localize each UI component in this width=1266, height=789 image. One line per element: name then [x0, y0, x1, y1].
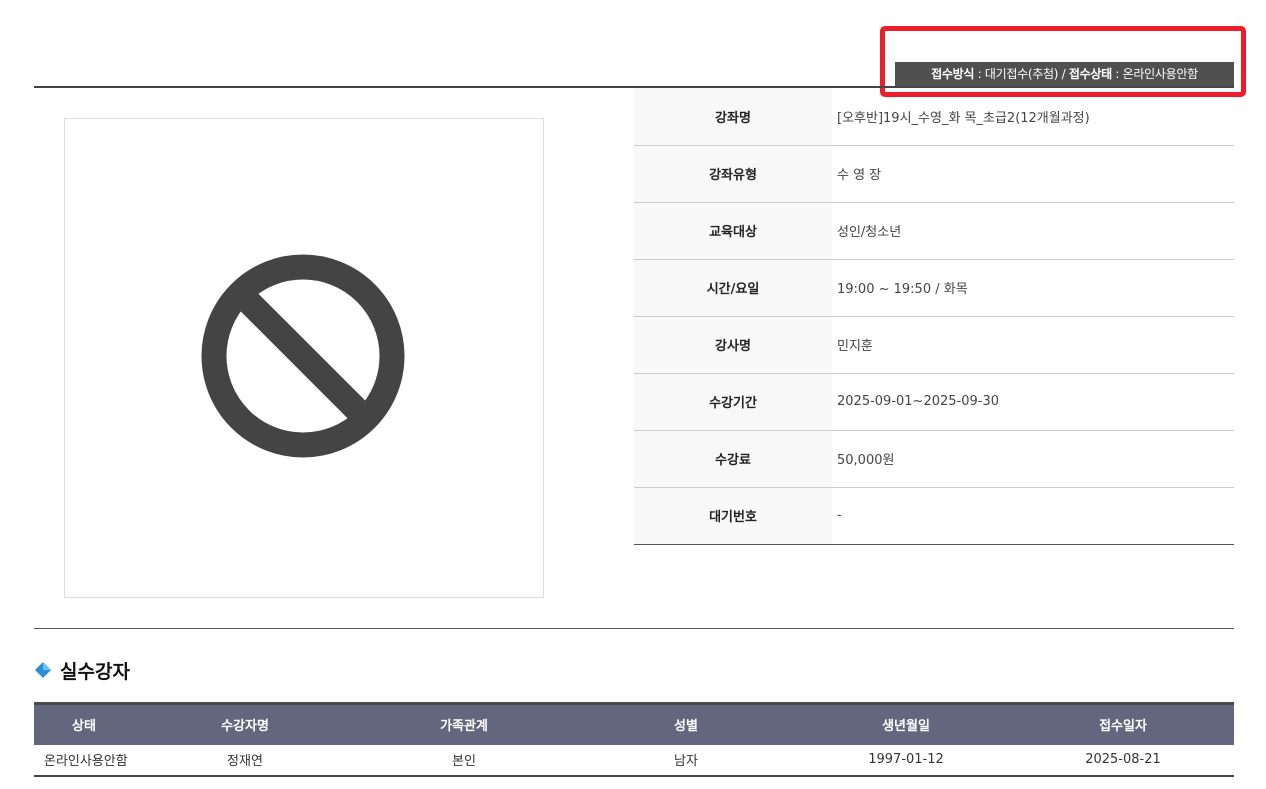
table-row: 온라인사용안함 정재연 본인 남자 1997-01-12 2025-08-21: [34, 744, 1234, 777]
method-value: 대기접수(추첨): [984, 67, 1059, 81]
section-title: 실수강자: [60, 660, 130, 683]
info-row: 강사명 민지훈: [634, 316, 1234, 374]
state-value: 온라인사용안함: [1122, 67, 1198, 81]
info-label: 강사명: [634, 316, 832, 374]
column-header: 성별: [674, 719, 698, 735]
section-heading: 실수강자: [34, 656, 130, 684]
status-cell: 온라인사용안함: [34, 744, 134, 777]
info-row: 교육대상 성인/청소년: [634, 202, 1234, 260]
state-label: 접수상태: [1068, 67, 1112, 81]
gender-cell: 남자: [572, 744, 800, 777]
table-header-row: 상태 수강자명 가족관계 성별 생년월일 접수일자: [34, 703, 1234, 745]
enrollee-table: 상태 수강자명 가족관계 성별 생년월일 접수일자 온라인사용안함 정재연 본인…: [34, 702, 1234, 777]
info-value: 19:00 ~ 19:50 / 화목: [832, 259, 1234, 317]
applied-date-cell: 2025-08-21: [1012, 744, 1234, 777]
divider: [34, 628, 1234, 629]
info-value: 50,000원: [832, 430, 1234, 488]
status-badge: 접수방식 : 대기접수(추첨) / 접수상태 : 온라인사용안함: [895, 62, 1234, 86]
info-value: 수 영 장: [832, 145, 1234, 203]
info-value: -: [832, 487, 1234, 545]
prohibited-icon: [201, 254, 405, 458]
birthdate-cell: 1997-01-12: [800, 744, 1012, 777]
course-info-table: 강좌명 [오후반]19시_수영_화 목_초급2(12개월과정) 강좌유형 수 영…: [634, 88, 1234, 545]
column-header: 접수일자: [1099, 719, 1147, 735]
column-header: 수강자명: [221, 719, 269, 735]
info-value: 민지훈: [832, 316, 1234, 374]
relation-cell: 본인: [356, 744, 572, 777]
method-label: 접수방식: [931, 67, 975, 81]
info-label: 강좌유형: [634, 145, 832, 203]
name-cell: 정재연: [134, 744, 356, 777]
info-label: 시간/요일: [634, 259, 832, 317]
info-label: 강좌명: [634, 88, 832, 146]
info-row: 시간/요일 19:00 ~ 19:50 / 화목: [634, 259, 1234, 317]
info-label: 수강료: [634, 430, 832, 488]
column-header: 상태: [72, 719, 96, 735]
course-image-placeholder: [64, 118, 544, 598]
info-value: [오후반]19시_수영_화 목_초급2(12개월과정): [832, 88, 1234, 146]
column-header: 생년월일: [882, 719, 930, 735]
diamond-icon: [35, 662, 51, 678]
info-label: 수강기간: [634, 373, 832, 431]
column-header: 가족관계: [440, 719, 488, 735]
course-detail-page: 접수방식 : 대기접수(추첨) / 접수상태 : 온라인사용안함 강좌명 [오후…: [0, 0, 1266, 789]
info-value: 2025-09-01~2025-09-30: [832, 373, 1234, 431]
info-value: 성인/청소년: [832, 202, 1234, 260]
info-label: 교육대상: [634, 202, 832, 260]
colon: :: [977, 67, 982, 81]
info-row: 수강기간 2025-09-01~2025-09-30: [634, 373, 1234, 431]
info-label: 대기번호: [634, 487, 832, 545]
info-row: 강좌유형 수 영 장: [634, 145, 1234, 203]
info-row: 수강료 50,000원: [634, 430, 1234, 488]
info-row: 대기번호 -: [634, 487, 1234, 545]
separator: /: [1061, 67, 1066, 81]
info-row: 강좌명 [오후반]19시_수영_화 목_초급2(12개월과정): [634, 88, 1234, 146]
colon: :: [1115, 67, 1120, 81]
